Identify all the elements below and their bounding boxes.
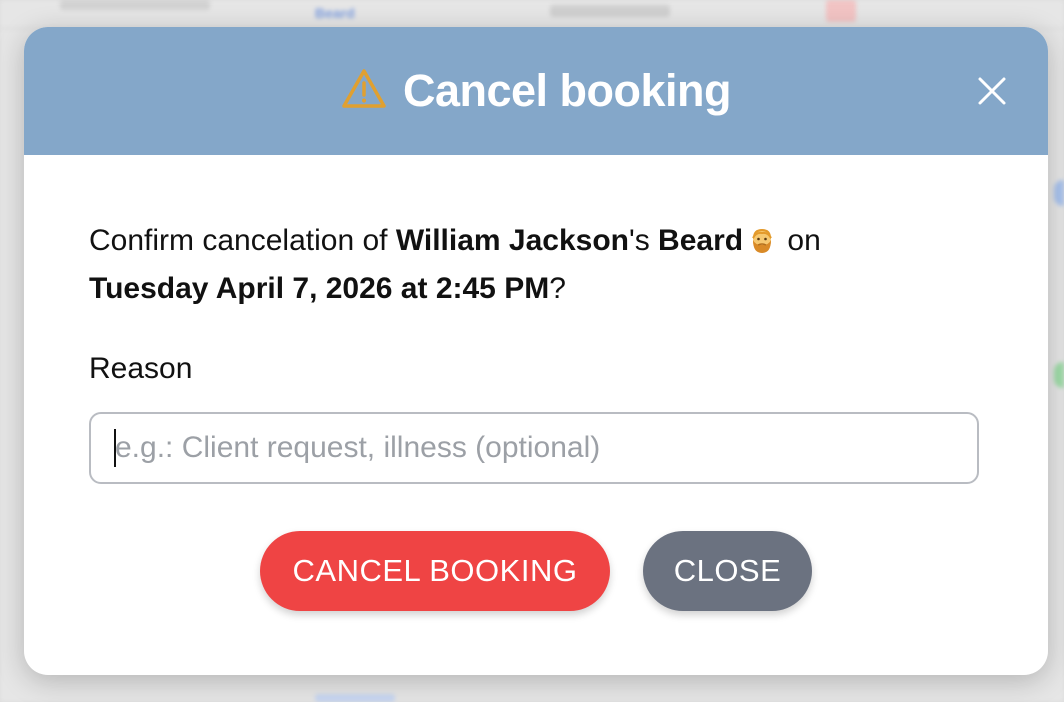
background-badge — [1054, 362, 1064, 388]
dialog-body: Confirm cancelation of William Jackson's… — [89, 217, 989, 313]
booking-datetime: Tuesday April 7, 2026 at 2:45 PM — [89, 272, 550, 305]
confirmation-message: Confirm cancelation of William Jackson's… — [89, 217, 989, 313]
confirm-suffix: ? — [549, 272, 566, 305]
cancel-booking-button[interactable]: CANCEL BOOKING — [260, 531, 610, 611]
background-cell — [315, 694, 395, 702]
text-caret — [114, 429, 116, 467]
background-cell — [60, 0, 210, 10]
reason-label: Reason — [89, 352, 193, 385]
dialog-title: Cancel booking — [402, 65, 732, 116]
background-service-label: Beard — [315, 5, 355, 21]
background-cell — [550, 5, 670, 17]
bearded-man-emoji-icon — [752, 229, 772, 253]
close-icon[interactable] — [976, 75, 1008, 107]
confirm-possessive: 's — [628, 224, 659, 257]
client-name: William Jackson — [395, 224, 629, 257]
close-button[interactable]: CLOSE — [643, 531, 812, 611]
dialog-title-group: Cancel booking — [24, 63, 1048, 119]
background-row — [0, 690, 1064, 702]
confirm-prefix: Confirm cancelation of — [89, 224, 396, 257]
reason-input[interactable] — [89, 412, 979, 484]
confirm-on: on — [779, 224, 821, 257]
background-row: Beard — [0, 0, 1064, 29]
background-status-chip — [826, 0, 856, 22]
background-badge — [1054, 180, 1064, 206]
cancel-booking-dialog: Cancel booking Confirm cancelation of Wi… — [24, 27, 1048, 675]
service-name: Beard — [658, 224, 744, 257]
warning-triangle-icon — [342, 69, 386, 108]
dialog-header: Cancel booking — [24, 27, 1048, 155]
